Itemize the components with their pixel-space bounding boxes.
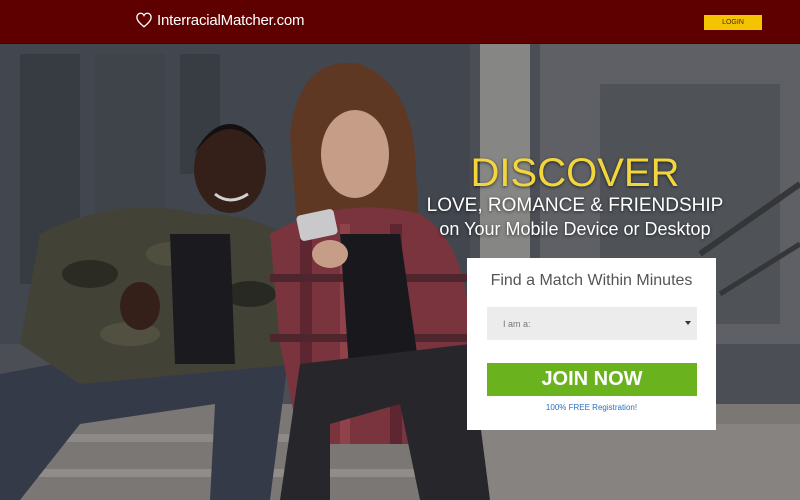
headline-line-2: on Your Mobile Device or Desktop bbox=[439, 219, 711, 239]
signup-card: Find a Match Within Minutes I am a: JOIN… bbox=[467, 258, 716, 430]
gender-select[interactable]: I am a: bbox=[487, 307, 697, 340]
headline-line-1: LOVE, ROMANCE & FRIENDSHIP bbox=[426, 195, 724, 216]
site-logo[interactable]: InterracialMatcher.com bbox=[135, 11, 305, 29]
free-registration-note: 100% FREE Registration! bbox=[545, 403, 638, 412]
headline-discover: DISCOVER bbox=[470, 151, 680, 195]
heart-icon bbox=[135, 11, 153, 29]
join-now-button[interactable]: JOIN NOW bbox=[487, 363, 697, 396]
hero-headline: DISCOVER LOVE, ROMANCE & FRIENDSHIP on Y… bbox=[410, 152, 750, 240]
top-header: InterracialMatcher.com LOGIN bbox=[0, 0, 800, 44]
gender-select-value: I am a: bbox=[503, 318, 531, 329]
chevron-down-icon bbox=[685, 321, 691, 325]
login-button[interactable]: LOGIN bbox=[704, 15, 762, 30]
signup-title: Find a Match Within Minutes bbox=[490, 272, 693, 289]
hero-section: DISCOVER LOVE, ROMANCE & FRIENDSHIP on Y… bbox=[0, 44, 800, 500]
logo-text: InterracialMatcher.com bbox=[157, 11, 305, 29]
